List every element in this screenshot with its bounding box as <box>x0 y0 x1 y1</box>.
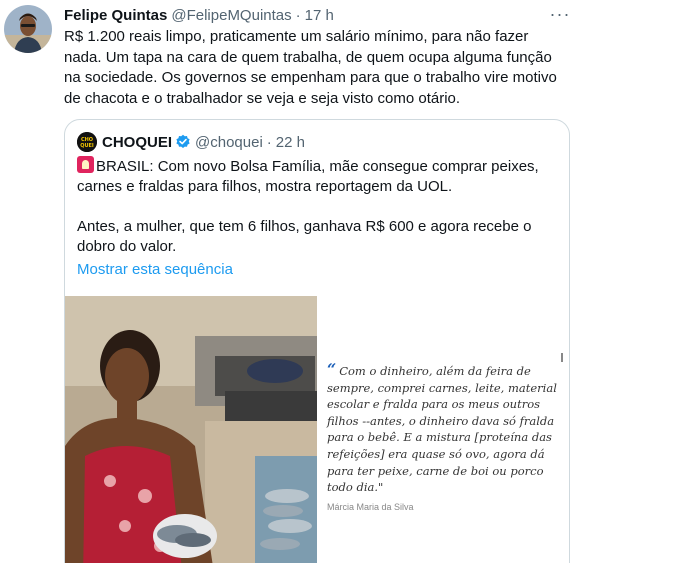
verified-badge-icon <box>176 134 190 148</box>
quoted-tweet[interactable]: CHO QUEI CHOQUEI @choquei · 22 h BRASIL:… <box>64 119 570 563</box>
tweet[interactable]: Felipe Quintas @FelipeMQuintas · 17 h ··… <box>0 0 699 563</box>
more-options-icon[interactable]: ··· <box>549 4 571 24</box>
quoted-media[interactable]: “Com o dinheiro, além da feira de sempre… <box>65 296 569 563</box>
quoted-author-handle[interactable]: @choquei <box>195 134 263 151</box>
quote-mark-icon: “ <box>327 360 337 379</box>
tweet-header: Felipe Quintas @FelipeMQuintas · 17 h <box>64 5 334 25</box>
quoted-tweet-header: CHO QUEI CHOQUEI @choquei · 22 h <box>77 132 305 152</box>
caption-attribution: Márcia Maria da Silva <box>327 502 414 512</box>
quoted-text-paragraph-2: Antes, a mulher, que tem 6 filhos, ganha… <box>77 218 532 255</box>
quoted-text-paragraph-1: BRASIL: Com novo Bolsa Família, mãe cons… <box>77 158 539 195</box>
scroll-indicator <box>561 353 563 362</box>
author-avatar[interactable] <box>4 5 52 53</box>
svg-text:QUEI: QUEI <box>80 143 94 149</box>
author-name[interactable]: Felipe Quintas <box>64 7 167 24</box>
tweet-text: R$ 1.200 reais limpo, praticamente um sa… <box>64 28 557 107</box>
separator-dot: · <box>266 133 272 151</box>
show-thread-link[interactable]: Mostrar esta sequência <box>77 261 233 278</box>
quoted-tweet-text: BRASIL: Com novo Bolsa Família, mãe cons… <box>77 156 557 257</box>
media-caption: “Com o dinheiro, além da feira de sempre… <box>327 360 557 496</box>
author-handle[interactable]: @FelipeMQuintas <box>171 7 291 24</box>
tweet-timestamp[interactable]: 17 h <box>305 7 334 24</box>
caption-text: Com o dinheiro, além da feira de sempre,… <box>327 364 557 495</box>
quoted-author-name[interactable]: CHOQUEI <box>102 134 172 151</box>
siren-emoji-icon <box>77 156 94 173</box>
woman-with-fish-photo <box>65 296 317 563</box>
quoted-timestamp[interactable]: 22 h <box>276 134 305 151</box>
choquei-logo-icon[interactable]: CHO QUEI <box>77 132 97 152</box>
separator-dot: · <box>295 6 301 24</box>
